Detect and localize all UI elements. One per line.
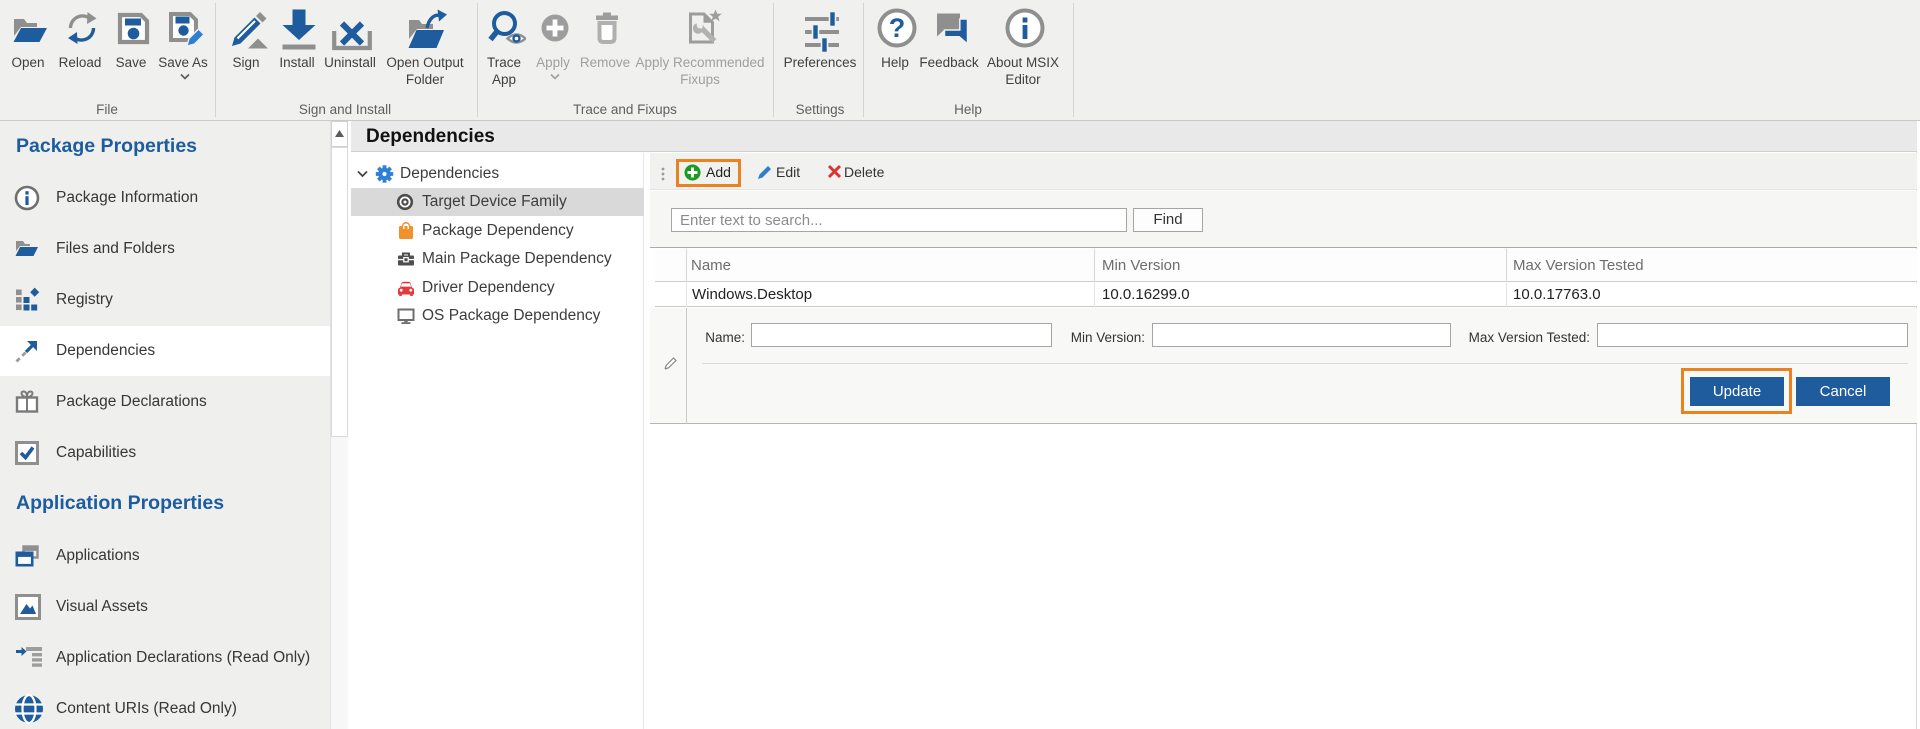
svg-text:?: ? bbox=[889, 13, 906, 43]
